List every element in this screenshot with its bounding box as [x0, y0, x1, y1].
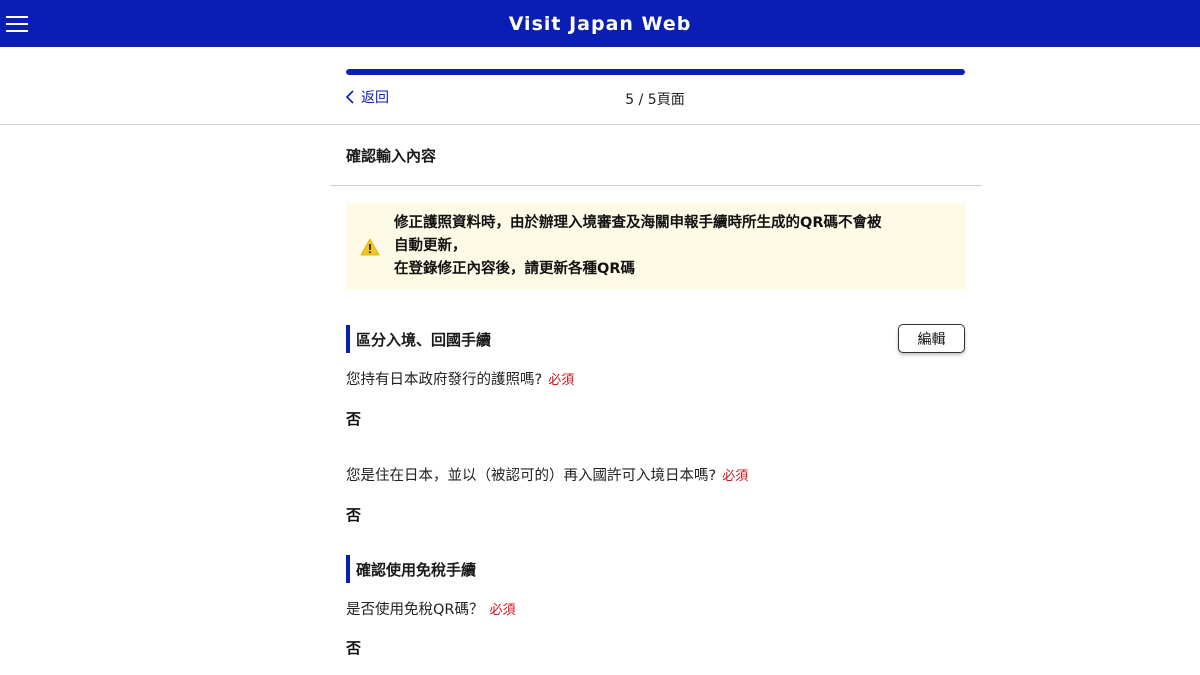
progress-bar: [346, 69, 965, 75]
answer-japan-passport: 否: [346, 410, 362, 428]
app-title: Visit Japan Web: [508, 12, 692, 35]
warning-line-3: 在登錄修正內容後，請更新各種QR碼: [394, 261, 635, 277]
group-tax-free: 確認使用免稅手續 是否使用免稅QR碼？ 必須 否: [346, 555, 965, 658]
group-title-entry-return: 區分入境、回國手續: [346, 325, 965, 353]
answer-tax-free-qr: 否: [346, 639, 362, 657]
page-title: 確認輸入內容: [330, 125, 982, 186]
question-tax-free-qr: 是否使用免稅QR碼？ 必須: [346, 598, 965, 619]
group-entry-return: 區分入境、回國手續 編輯 您持有日本政府發行的護照嗎? 必須 否 您是住在日本，…: [346, 324, 965, 525]
question-japan-passport: 您持有日本政府發行的護照嗎? 必須: [346, 368, 965, 389]
main-content: 確認輸入內容 修正護照資料時，由於辦理入境審查及海關申報手續時所生成的QR碼不會…: [330, 125, 982, 658]
warning-triangle-icon: [360, 237, 380, 255]
warning-line-2: 自動更新，: [394, 238, 467, 254]
warning-line-1: 修正護照資料時，由於辦理入境審查及海關申報手續時所生成的QR碼不會被: [394, 215, 882, 231]
chevron-left-icon: [345, 90, 354, 104]
question-reentry-permit: 您是住在日本，並以（被認可的）再入國許可入境日本嗎? 必須: [346, 464, 965, 485]
warning-notice: 修正護照資料時，由於辦理入境審查及海關申報手續時所生成的QR碼不會被 自動更新，…: [346, 203, 966, 290]
required-badge: 必須: [548, 373, 575, 388]
back-label: 返回: [361, 90, 389, 106]
question-text: 您是住在日本，並以（被認可的）再入國許可入境日本嗎?: [346, 468, 717, 484]
question-text: 是否使用免稅QR碼？: [346, 602, 484, 618]
edit-button[interactable]: 編輯: [898, 324, 965, 353]
answer-reentry-permit: 否: [346, 506, 362, 524]
back-link[interactable]: 返回: [345, 87, 389, 107]
hamburger-menu-icon[interactable]: [6, 12, 30, 34]
page-indicator: 5 / 5頁面: [625, 92, 685, 108]
progress-fill: [346, 69, 965, 75]
warning-text: 修正護照資料時，由於辦理入境審查及海關申報手續時所生成的QR碼不會被 自動更新，…: [394, 212, 882, 281]
required-badge: 必須: [489, 603, 516, 618]
question-text: 您持有日本政府發行的護照嗎?: [346, 372, 543, 388]
progress-header: 返回 5 / 5頁面: [0, 47, 1200, 125]
group-title-tax-free: 確認使用免稅手續: [346, 555, 965, 583]
top-app-bar: Visit Japan Web: [0, 0, 1200, 47]
required-badge: 必須: [722, 469, 749, 484]
